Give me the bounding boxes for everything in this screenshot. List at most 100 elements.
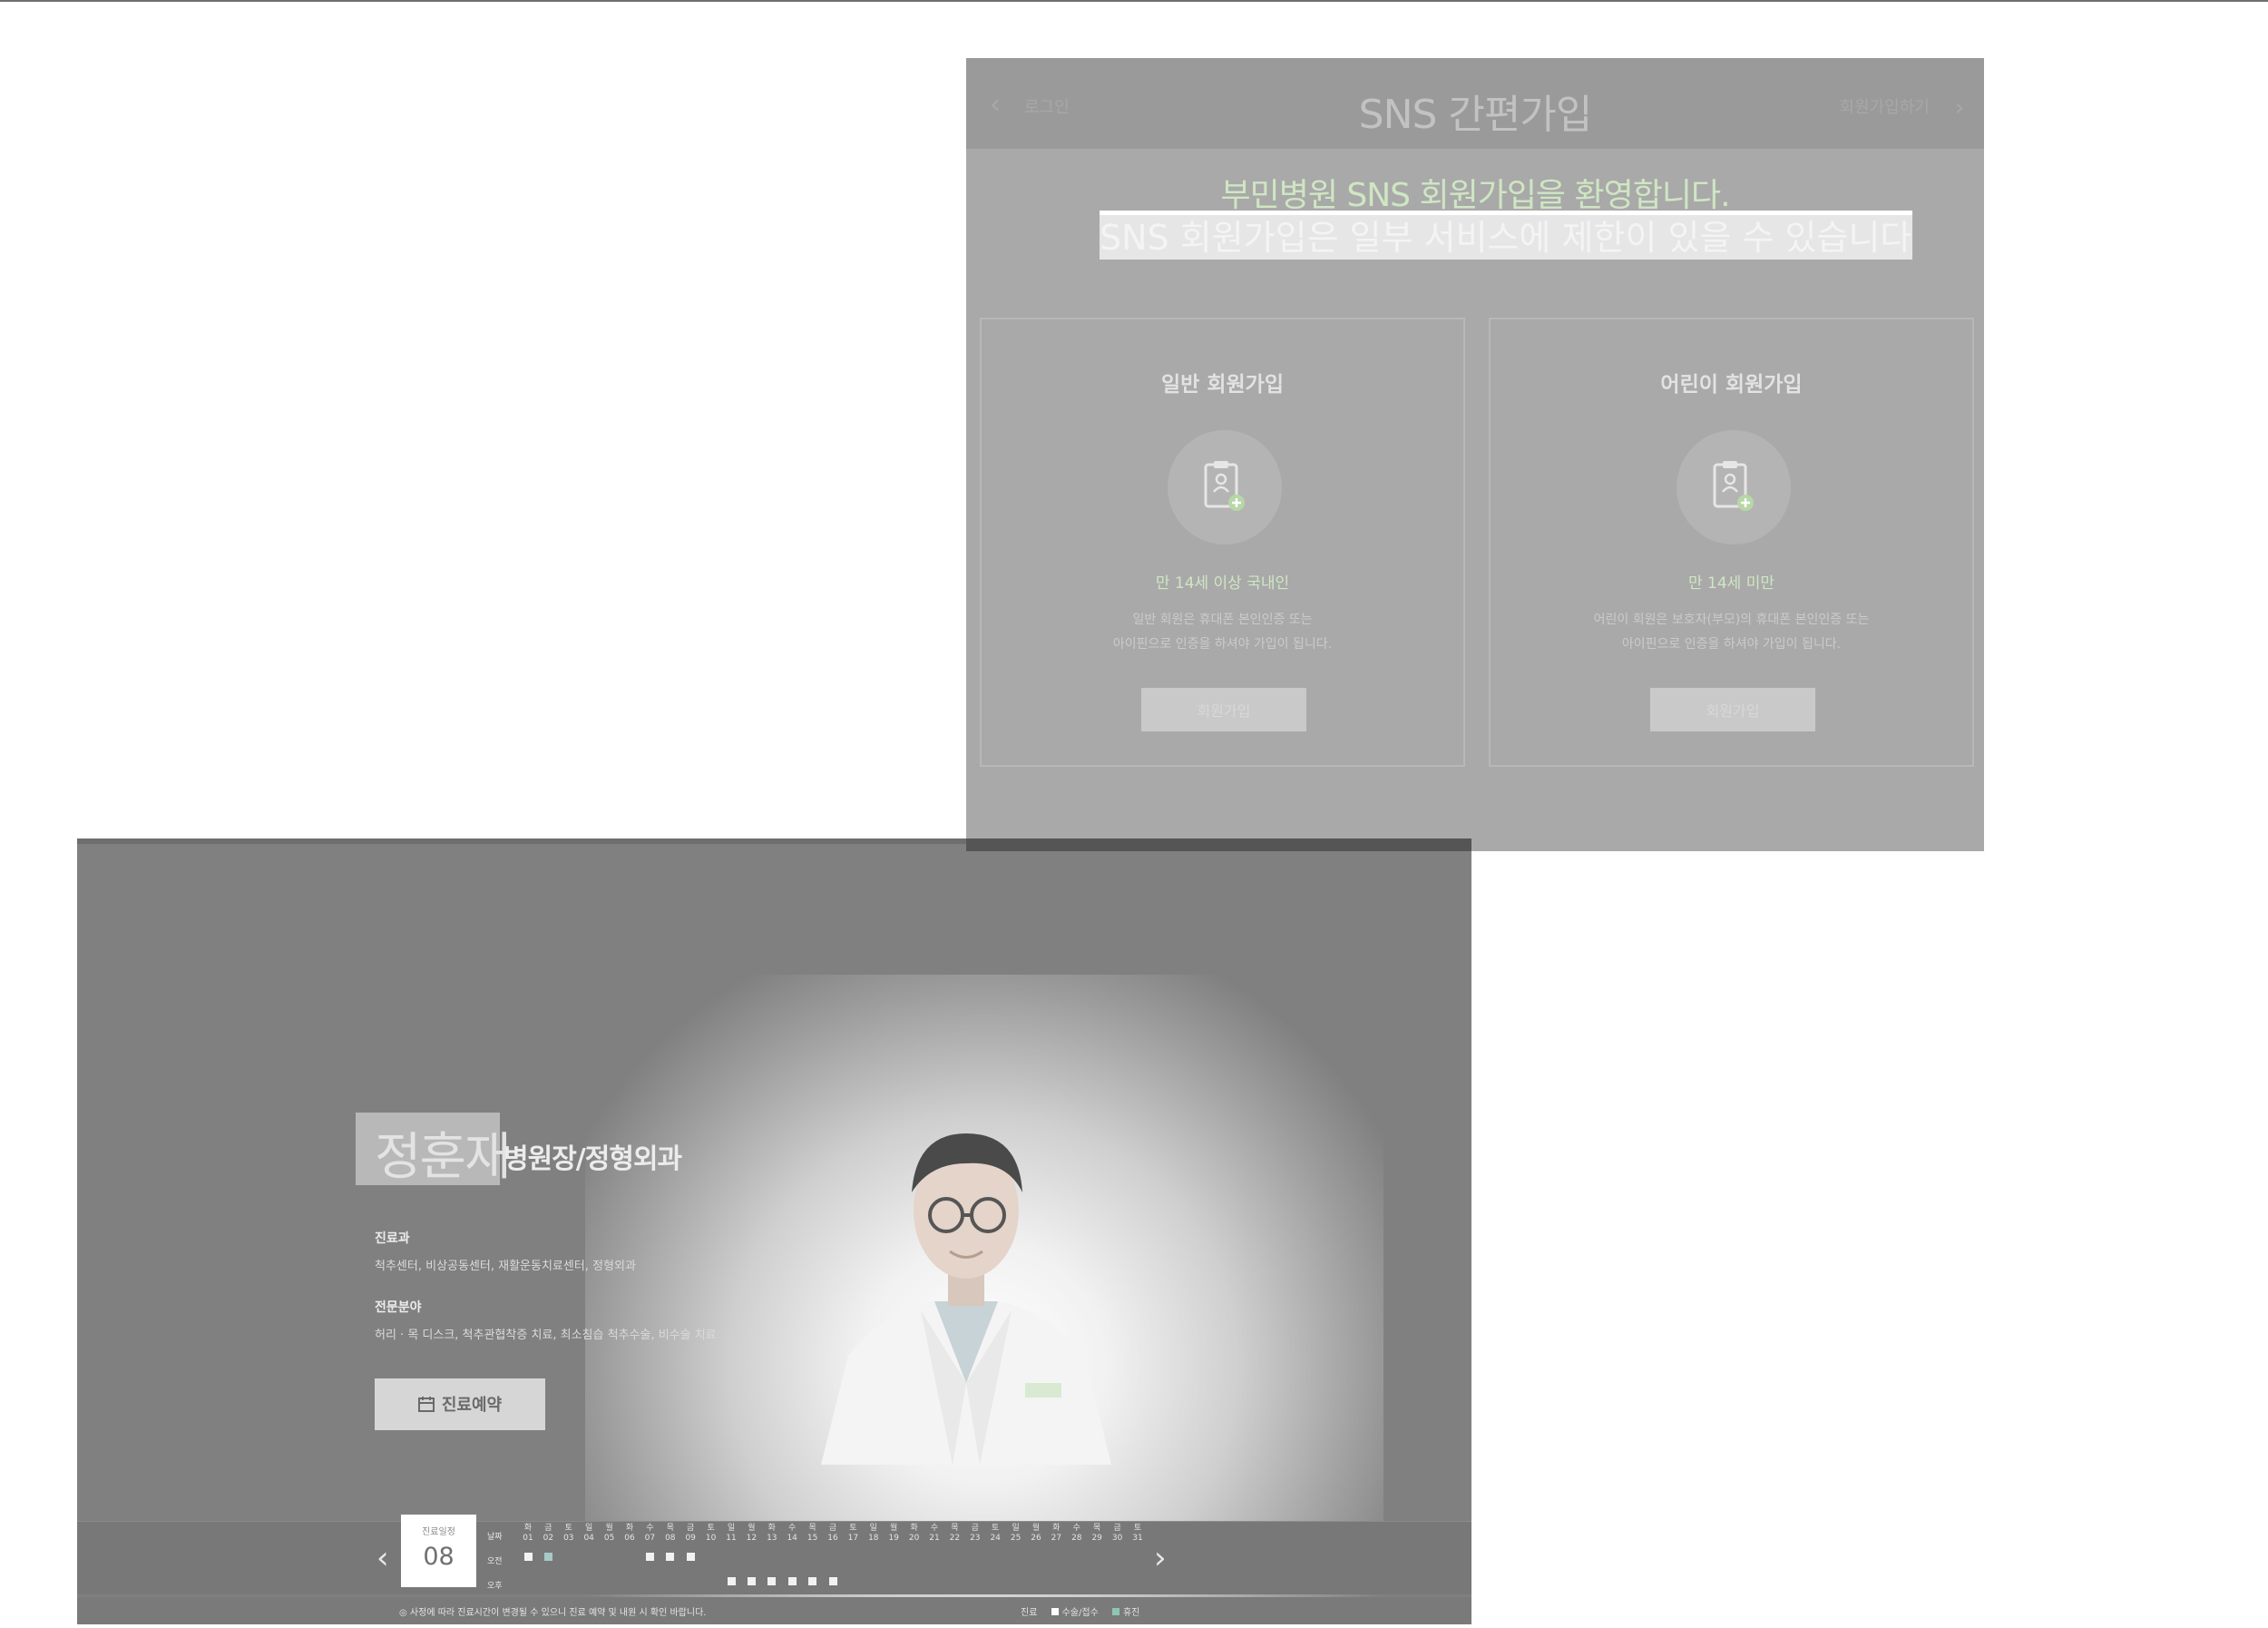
day-number: 20 (908, 1534, 920, 1543)
schedule-day: 화 20 (905, 1524, 924, 1544)
book-button-label: 진료예약 (441, 1396, 503, 1416)
day-number: 23 (970, 1534, 981, 1543)
member-card-icon (1677, 430, 1791, 544)
schedule-legend: 진료 수술/접수 휴진 (1021, 1604, 1139, 1618)
day-number: 10 (705, 1534, 717, 1543)
schedule-bar: ‹ 진료일정 08 날짜 오전 오후 화 01 금 02 토 03 일 04 월 05 화 06 수 07… (77, 1515, 1471, 1594)
next-button[interactable]: 회원가입하기 › (1840, 94, 1965, 122)
day-number: 17 (847, 1534, 859, 1543)
schedule-day: 월 26 (1027, 1524, 1045, 1544)
footnote-text: 사정에 따라 진료시간이 변경될 수 있으니 진료 예약 및 내원 시 확인 바… (409, 1608, 707, 1618)
doctor-profile-panel: 정훈재 병원장/정형외과 진료과 척추센터, 비상공동센터, 재활운동치료센터,… (77, 839, 1471, 1624)
calendar-icon (417, 1396, 435, 1417)
day-weekday: 금 (1113, 1524, 1121, 1533)
member-card-icon (1168, 430, 1282, 544)
panel-top-edge (77, 839, 966, 844)
chevron-left-icon[interactable]: ‹ (376, 1540, 389, 1576)
schedule-day: 일 11 (722, 1524, 740, 1544)
day-number: 29 (1091, 1534, 1102, 1543)
schedule-day: 화 27 (1047, 1524, 1065, 1544)
day-number: 08 (665, 1534, 676, 1543)
schedule-month: 08 (423, 1543, 455, 1571)
schedule-day: 월 12 (742, 1524, 760, 1544)
day-weekday: 금 (971, 1524, 979, 1533)
schedule-day: 월 19 (885, 1524, 903, 1544)
schedule-day: 월 05 (601, 1524, 619, 1544)
day-weekday: 금 (687, 1524, 695, 1533)
general-signup-card: 일반 회원가입 만 14세 이상 국내인 일반 회원은 휴대폰 본인인증 또는 … (980, 318, 1465, 767)
day-weekday: 화 (1052, 1524, 1061, 1533)
am-slot-marker[interactable] (645, 1553, 654, 1561)
sns-signup-panel: ‹ 로그인 SNS 간편가입 회원가입하기 › 부민병원 SNS 회원가입을 환영… (966, 58, 1984, 851)
card-desc-line: 아이핀으로 인증을 하셔야 가입이 됩니다. (1112, 637, 1333, 652)
day-number: 03 (563, 1534, 574, 1543)
pm-slot-marker[interactable] (808, 1577, 817, 1585)
day-number: 05 (603, 1534, 615, 1543)
info-icon: ◎ (399, 1608, 407, 1618)
day-weekday: 월 (1031, 1524, 1041, 1533)
day-weekday: 목 (1093, 1524, 1101, 1533)
day-weekday: 토 (992, 1524, 1000, 1533)
specialty-value: 허리 · 목 디스크, 척추관협착증 치료, 최소침습 척추수술, 비수술 치료 (375, 1329, 717, 1342)
day-weekday: 토 (849, 1524, 857, 1533)
day-weekday: 화 (767, 1524, 776, 1533)
day-weekday: 토 (707, 1524, 715, 1533)
card-description: 어린이 회원은 보호자(부모)의 휴대폰 본인인증 또는 아이핀으로 인증을 하… (1491, 608, 1972, 657)
am-slot-marker[interactable] (666, 1553, 675, 1561)
schedule-day: 금 30 (1109, 1524, 1127, 1544)
am-slot-marker[interactable] (543, 1553, 552, 1561)
schedule-footnote-bar: ◎ 사정에 따라 진료시간이 변경될 수 있으니 진료 예약 및 내원 시 확인… (77, 1597, 1471, 1624)
am-slot-marker[interactable] (686, 1553, 695, 1561)
day-number: 19 (888, 1534, 899, 1543)
day-number: 18 (868, 1534, 879, 1543)
day-weekday: 화 (910, 1524, 918, 1533)
legend-special: 휴진 (1122, 1608, 1140, 1618)
day-number: 07 (644, 1534, 656, 1543)
day-number: 13 (767, 1534, 777, 1543)
schedule-day: 일 25 (1007, 1524, 1025, 1544)
page-title: SNS 간편가입 (1358, 92, 1593, 138)
am-slot-marker[interactable] (523, 1553, 533, 1561)
day-weekday: 일 (727, 1524, 736, 1533)
doctor-name: 정훈재 (375, 1128, 512, 1187)
general-signup-button[interactable]: 회원가입 (1141, 688, 1306, 731)
day-weekday: 일 (585, 1524, 593, 1533)
pm-slot-marker[interactable] (787, 1577, 797, 1585)
schedule-day: 수 07 (640, 1524, 659, 1544)
day-weekday: 수 (788, 1524, 797, 1533)
doctor-photo (821, 1133, 1111, 1465)
day-number: 27 (1051, 1534, 1062, 1543)
specialty-label: 전문분야 (375, 1300, 422, 1315)
day-number: 04 (583, 1534, 594, 1543)
pm-slot-marker[interactable] (767, 1577, 777, 1585)
schedule-day: 화 01 (519, 1524, 537, 1544)
schedule-day: 목 08 (661, 1524, 679, 1544)
day-number: 28 (1071, 1534, 1082, 1543)
overlap-shadow (966, 839, 1471, 851)
pm-slot-marker[interactable] (727, 1577, 736, 1585)
day-weekday: 목 (808, 1524, 816, 1533)
pm-slot-marker[interactable] (747, 1577, 756, 1585)
card-title: 일반 회원가입 (1161, 373, 1284, 397)
day-weekday: 목 (951, 1524, 959, 1533)
day-number: 09 (685, 1534, 696, 1543)
legend-clinic: 수술/접수 (1061, 1608, 1099, 1618)
row-label-date: 날짜 (487, 1533, 503, 1542)
book-appointment-button[interactable]: 진료예약 (375, 1378, 545, 1430)
sns-header: ‹ 로그인 SNS 간편가입 회원가입하기 › (966, 58, 1984, 149)
child-signup-button[interactable]: 회원가입 (1650, 688, 1815, 731)
schedule-day: 일 18 (865, 1524, 883, 1544)
card-age: 만 14세 미만 (1688, 574, 1774, 593)
schedule-day: 목 22 (945, 1524, 963, 1544)
card-description: 일반 회원은 휴대폰 본인인증 또는 아이핀으로 인증을 하셔야 가입이 됩니다… (982, 608, 1463, 657)
schedule-day: 화 13 (763, 1524, 781, 1544)
schedule-day: 토 10 (702, 1524, 720, 1544)
day-weekday: 일 (1012, 1524, 1020, 1533)
schedule-day: 금 16 (824, 1524, 842, 1544)
pm-slot-marker[interactable] (828, 1577, 837, 1585)
schedule-day: 목 29 (1088, 1524, 1106, 1544)
notice-banner: SNS 회원가입은 일부 서비스에 제한이 있을 수 있습니다. (1100, 211, 1912, 260)
day-number: 31 (1132, 1534, 1143, 1543)
chevron-right-icon[interactable]: › (1154, 1540, 1167, 1576)
day-number: 21 (929, 1534, 940, 1543)
